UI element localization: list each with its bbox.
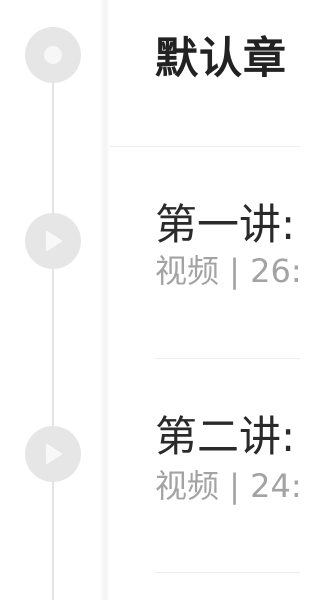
lesson-title[interactable]: 第一讲: bbox=[155, 191, 295, 252]
chapter-node-icon bbox=[25, 27, 81, 83]
lesson-divider bbox=[155, 358, 300, 359]
chapter-title[interactable]: 默认章 bbox=[155, 24, 287, 86]
play-icon bbox=[46, 444, 62, 464]
timeline-divider-shadow bbox=[100, 0, 110, 600]
timeline-line bbox=[52, 60, 54, 600]
lesson-meta: 视频 | 26: bbox=[155, 252, 300, 290]
lesson-divider bbox=[155, 572, 300, 573]
lesson-title[interactable]: 第二讲: bbox=[155, 403, 295, 464]
catalog-content: 默认章 第一讲: 视频 | 26: 第二讲: 视频 | 24: bbox=[110, 0, 300, 600]
chapter-divider bbox=[110, 146, 300, 147]
lesson-1-play-icon[interactable] bbox=[25, 213, 81, 269]
course-catalog: 默认章 第一讲: 视频 | 26: 第二讲: 视频 | 24: bbox=[0, 0, 300, 600]
timeline-column bbox=[0, 0, 108, 600]
play-icon bbox=[46, 231, 62, 251]
lesson-meta: 视频 | 24: bbox=[155, 467, 300, 505]
lesson-2-play-icon[interactable] bbox=[25, 426, 81, 482]
circle-dot-icon bbox=[44, 46, 62, 64]
